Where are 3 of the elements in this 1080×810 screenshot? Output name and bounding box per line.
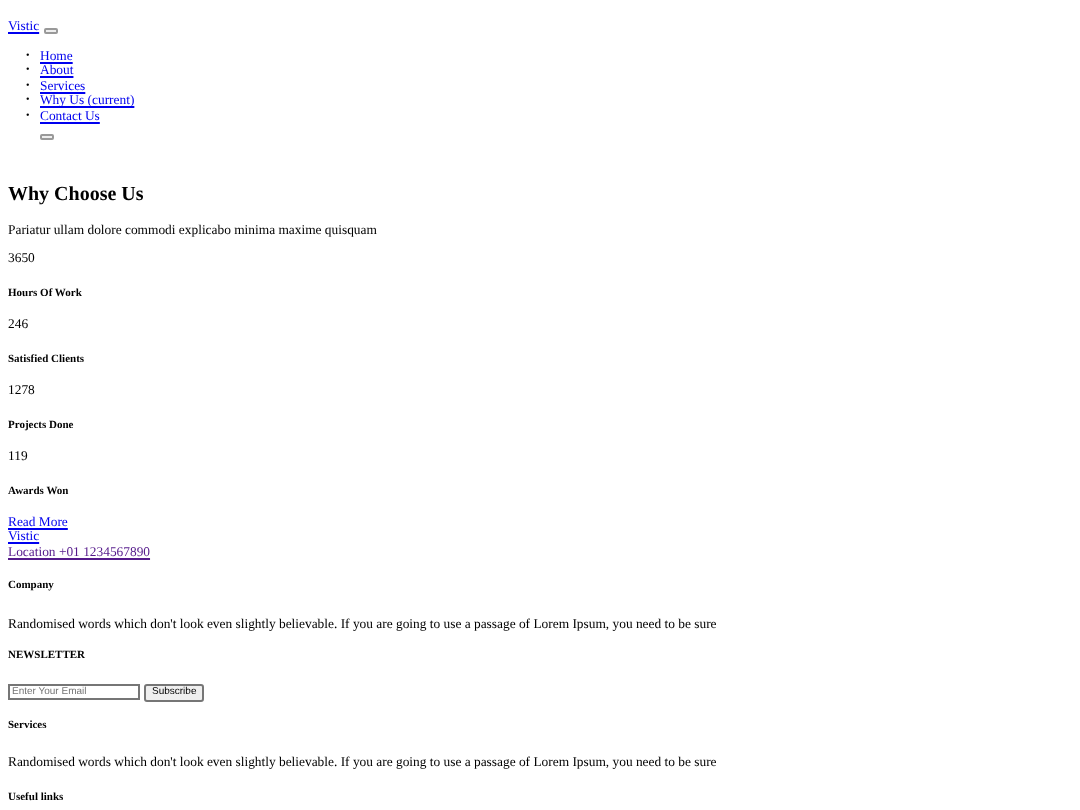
close-button[interactable] [40, 134, 54, 141]
menu-toggle-button[interactable] [43, 27, 58, 34]
section-heading: Why Choose Us [8, 184, 146, 208]
